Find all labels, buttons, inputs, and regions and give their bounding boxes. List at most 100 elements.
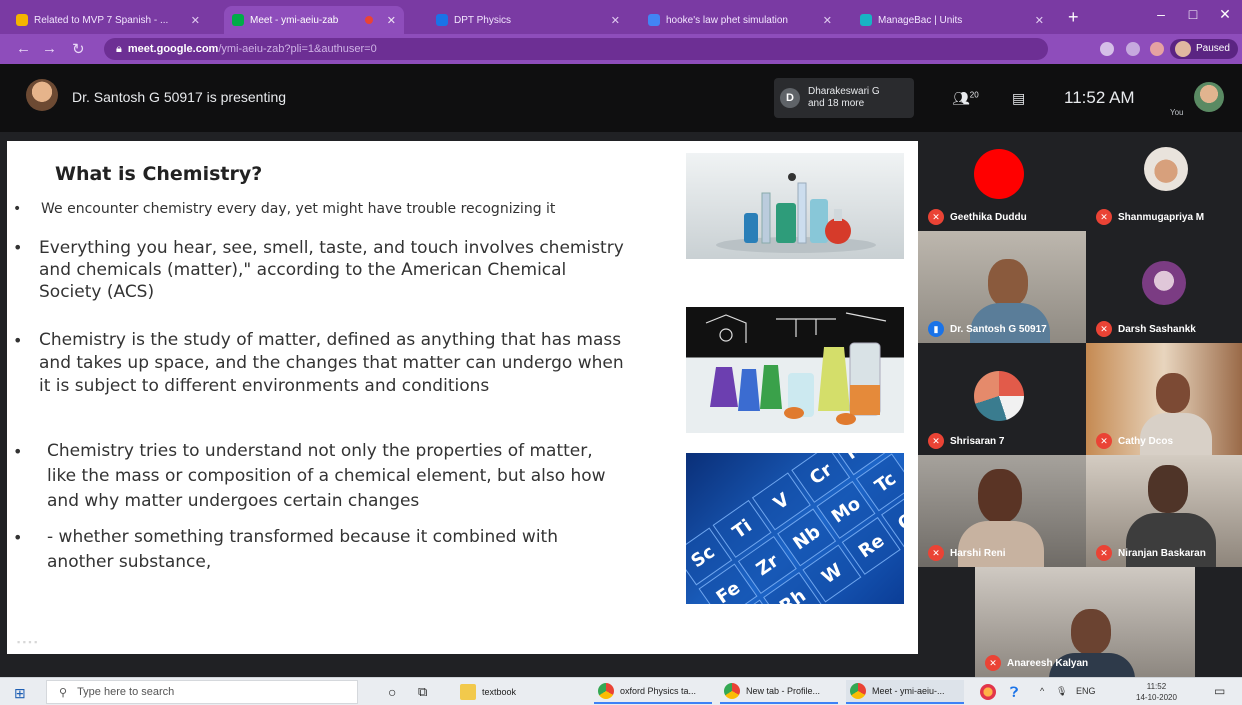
tab-favicon-icon bbox=[232, 14, 244, 26]
close-tab-icon[interactable]: ✕ bbox=[611, 14, 620, 27]
taskbar-app-chrome[interactable]: oxford Physics ta... bbox=[594, 680, 712, 704]
browser-tab[interactable]: ManageBac | Units ✕ bbox=[852, 6, 1052, 34]
taskbar-time: 11:52 bbox=[1146, 682, 1167, 691]
tab-title: hooke's law phet simulation bbox=[666, 14, 788, 26]
tab-title: DPT Physics bbox=[454, 14, 512, 26]
participant-name: Anareesh Kalyan bbox=[1007, 658, 1089, 669]
mic-muted-icon: ✕ bbox=[928, 209, 944, 225]
mic-muted-icon: ✕ bbox=[1096, 433, 1112, 449]
periodic-table-grid: ScTiVCrMnFeZrNbMoTcRuRhWReOs bbox=[686, 453, 904, 604]
chrome-icon bbox=[724, 683, 740, 699]
other-participants-chip[interactable]: D Dharakeswari G and 18 more bbox=[774, 78, 914, 118]
tab-favicon-icon bbox=[648, 14, 660, 26]
bottles-illustration bbox=[705, 312, 887, 425]
chemistry-bottles-image bbox=[686, 307, 904, 433]
notification-icon[interactable]: ▭ bbox=[1214, 684, 1225, 698]
extension-icon[interactable] bbox=[1150, 42, 1164, 56]
participant-name: Dr. Santosh G 50917 bbox=[950, 324, 1047, 335]
meet-header: Dr. Santosh G 50917 is presenting D Dhar… bbox=[0, 64, 1242, 132]
lock-icon: 🔒︎ bbox=[116, 42, 122, 55]
language-indicator[interactable]: ENG bbox=[1076, 686, 1096, 696]
minimize-button[interactable]: – bbox=[1146, 6, 1176, 22]
participant-video bbox=[1156, 373, 1190, 413]
help-icon[interactable]: ❓︎ bbox=[1006, 680, 1022, 704]
participant-tile[interactable]: ✕ Darsh Sashankk bbox=[1086, 231, 1242, 343]
browser-tab-active[interactable]: Meet - ymi-aeiu-zab ✕ bbox=[224, 6, 404, 34]
url-host: meet.google.com bbox=[127, 43, 219, 55]
search-placeholder: Type here to search bbox=[77, 686, 175, 698]
url-bar[interactable]: 🔒︎ meet.google.com/ymi-aeiu-zab?pli=1&au… bbox=[104, 38, 1048, 60]
firefox-icon[interactable] bbox=[976, 680, 1000, 704]
participant-video bbox=[1148, 465, 1188, 513]
maximize-button[interactable]: □ bbox=[1178, 6, 1208, 22]
browser-tab-strip: Related to MVP 7 Spanish - ... ✕ Meet - … bbox=[0, 0, 1242, 34]
mic-muted-icon: ✕ bbox=[928, 545, 944, 561]
participant-tile[interactable]: ✕ Shanmugapriya M bbox=[1086, 141, 1242, 231]
browser-tab[interactable]: DPT Physics ✕ bbox=[428, 6, 628, 34]
taskbar-clock[interactable]: 11:52 14-10-2020 bbox=[1136, 681, 1177, 703]
presenting-banner: Dr. Santosh G 50917 is presenting bbox=[72, 89, 287, 105]
participant-name: Cathy Dcos bbox=[1118, 436, 1174, 447]
taskbar-search-box[interactable]: ⚲ Type here to search bbox=[46, 680, 358, 704]
chrome-icon bbox=[598, 683, 614, 699]
participant-tile[interactable]: ✕ Harshi Reni bbox=[918, 455, 1086, 567]
mic-muted-icon: ✕ bbox=[985, 655, 1001, 671]
profile-paused-button[interactable]: Paused bbox=[1170, 39, 1238, 59]
taskbar-item-label: New tab - Profile... bbox=[746, 686, 821, 696]
search-icon: ⚲ bbox=[59, 686, 68, 699]
tray-chevron-icon[interactable]: ^ bbox=[1040, 686, 1044, 696]
participant-avatar bbox=[1144, 147, 1188, 191]
taskbar-app-file-explorer[interactable]: textbook bbox=[456, 680, 584, 704]
new-tab-button[interactable]: + bbox=[1068, 8, 1079, 26]
back-arrow-icon[interactable]: ← bbox=[16, 40, 31, 57]
microphone-icon[interactable]: 🎙︎ bbox=[1056, 686, 1067, 697]
self-avatar[interactable] bbox=[1194, 82, 1224, 112]
taskbar-app-chrome[interactable]: New tab - Profile... bbox=[720, 680, 838, 704]
participant-video bbox=[988, 259, 1028, 307]
browser-tab[interactable]: Related to MVP 7 Spanish - ... ✕ bbox=[8, 6, 208, 34]
participant-tile[interactable]: ✕ Cathy Dcos bbox=[1086, 343, 1242, 455]
participant-name: Geethika Duddu bbox=[950, 212, 1027, 223]
task-view-icon[interactable]: ⧉ bbox=[414, 680, 431, 704]
taskbar-app-chrome-active[interactable]: Meet - ymi-aeiu-... bbox=[846, 680, 964, 704]
slide-footer-decoration: ▪ ▪ ▪ ▪ bbox=[17, 637, 38, 647]
participant-name: Niranjan Baskaran bbox=[1118, 548, 1206, 559]
extension-icon[interactable] bbox=[1126, 42, 1140, 56]
windows-start-icon[interactable]: ⊞ bbox=[14, 685, 26, 702]
other-participant-name: Dharakeswari G bbox=[808, 86, 880, 97]
close-tab-icon[interactable]: ✕ bbox=[823, 14, 832, 27]
extension-icon[interactable] bbox=[1100, 42, 1114, 56]
participant-name: Darsh Sashankk bbox=[1118, 324, 1196, 335]
tab-title: Related to MVP 7 Spanish - ... bbox=[34, 14, 169, 26]
flask-illustration bbox=[716, 173, 876, 253]
participant-video bbox=[1071, 609, 1111, 655]
close-tab-icon[interactable]: ✕ bbox=[191, 14, 200, 27]
presenter-avatar bbox=[26, 79, 58, 111]
reload-icon[interactable]: ↻ bbox=[72, 40, 85, 58]
participant-name: Shrisaran 7 bbox=[950, 436, 1005, 447]
participant-video bbox=[978, 469, 1022, 523]
taskbar-item-label: oxford Physics ta... bbox=[620, 686, 697, 696]
browser-tab[interactable]: hooke's law phet simulation ✕ bbox=[640, 6, 840, 34]
chat-icon[interactable]: ▤ bbox=[1012, 90, 1025, 107]
lab-glassware-image bbox=[686, 153, 904, 259]
forward-arrow-icon[interactable]: → bbox=[42, 40, 57, 57]
slide-title: What is Chemistry? bbox=[55, 163, 263, 185]
recording-dot-icon bbox=[364, 16, 373, 24]
tab-title: ManageBac | Units bbox=[878, 14, 963, 26]
participant-tile[interactable]: ✕ Niranjan Baskaran bbox=[1086, 455, 1242, 567]
people-icon[interactable]: 👥︎20 bbox=[952, 90, 979, 107]
close-tab-icon[interactable]: ✕ bbox=[1035, 14, 1044, 27]
participant-name: Shanmugapriya M bbox=[1118, 212, 1205, 223]
cortana-icon[interactable]: ○ bbox=[384, 680, 400, 704]
presentation-slide: What is Chemistry? • We encounter chemis… bbox=[7, 141, 918, 654]
participant-tile[interactable]: ✕ Anareesh Kalyan bbox=[975, 567, 1195, 677]
others-count: and 18 more bbox=[808, 98, 865, 109]
participant-avatar bbox=[1142, 261, 1186, 305]
close-window-button[interactable]: ✕ bbox=[1210, 6, 1240, 23]
close-tab-icon[interactable]: ✕ bbox=[387, 14, 396, 27]
participant-tile[interactable]: ✕ Shrisaran 7 bbox=[918, 343, 1086, 455]
chrome-icon bbox=[850, 683, 866, 699]
participant-tile[interactable]: ✕ Geethika Duddu bbox=[918, 141, 1086, 231]
participant-tile-speaking[interactable]: ▮ Dr. Santosh G 50917 bbox=[918, 231, 1086, 343]
